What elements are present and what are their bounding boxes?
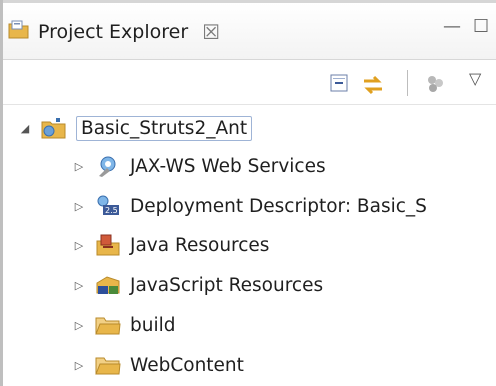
tree-root-row[interactable]: ◢ Basic_Struts2_Ant xyxy=(18,109,253,147)
expanded-twisty-icon[interactable]: ◢ xyxy=(18,122,32,135)
view-toolbar: ▽ xyxy=(3,60,496,105)
folder-icon xyxy=(94,313,122,337)
javascript-resources-icon xyxy=(94,273,122,297)
tree-item-label: JavaScript Resources xyxy=(130,274,324,296)
svg-text:2.5: 2.5 xyxy=(105,206,118,215)
view-tab-bar: Project Explorer ☒ — ☐ xyxy=(3,3,496,60)
tree-item-java-resources[interactable]: ▷ Java Resources xyxy=(72,226,269,264)
collapsed-twisty-icon[interactable]: ▷ xyxy=(72,279,86,292)
tree-item-jax-ws[interactable]: ▷ JAX-WS Web Services xyxy=(72,147,326,185)
maximize-icon[interactable]: ☐ xyxy=(473,16,489,37)
project-explorer-tab[interactable]: Project Explorer ☒ xyxy=(8,14,220,50)
tree-item-webcontent[interactable]: ▷ WebContent xyxy=(72,346,244,384)
folder-icon xyxy=(94,353,122,377)
close-icon[interactable]: ☒ xyxy=(202,20,220,44)
tree-item-label: Deployment Descriptor: Basic_S xyxy=(130,195,427,217)
java-resources-icon xyxy=(94,233,122,257)
collapsed-twisty-icon[interactable]: ▷ xyxy=(72,160,86,173)
tree-item-label: build xyxy=(130,314,176,336)
tab-title: Project Explorer xyxy=(38,21,189,43)
web-project-icon xyxy=(40,116,68,140)
tree-item-build[interactable]: ▷ build xyxy=(72,306,176,344)
view-menu-icon[interactable]: ▽ xyxy=(469,69,481,88)
tree-item-label: Java Resources xyxy=(130,234,270,256)
tree-item-label: WebContent xyxy=(130,354,244,376)
deployment-descriptor-icon: 2.5 xyxy=(94,194,122,218)
tree-item-deployment-descriptor[interactable]: ▷ 2.5 Deployment Descriptor: Basic_S xyxy=(72,187,427,225)
web-services-icon xyxy=(94,154,122,178)
project-explorer-icon xyxy=(8,20,30,45)
collapsed-twisty-icon[interactable]: ▷ xyxy=(72,239,86,252)
collapse-all-icon[interactable] xyxy=(328,73,350,93)
minimize-icon[interactable]: — xyxy=(443,16,461,37)
project-name: Basic_Struts2_Ant xyxy=(76,115,253,141)
collapsed-twisty-icon[interactable]: ▷ xyxy=(72,200,86,213)
filter-icon[interactable] xyxy=(425,73,447,95)
collapsed-twisty-icon[interactable]: ▷ xyxy=(72,319,86,332)
collapsed-twisty-icon[interactable]: ▷ xyxy=(72,359,86,372)
tree-item-javascript-resources[interactable]: ▷ JavaScript Resources xyxy=(72,266,323,304)
tree-item-label: JAX-WS Web Services xyxy=(130,155,326,177)
link-with-editor-icon[interactable] xyxy=(360,73,386,97)
toolbar-separator xyxy=(407,70,408,96)
